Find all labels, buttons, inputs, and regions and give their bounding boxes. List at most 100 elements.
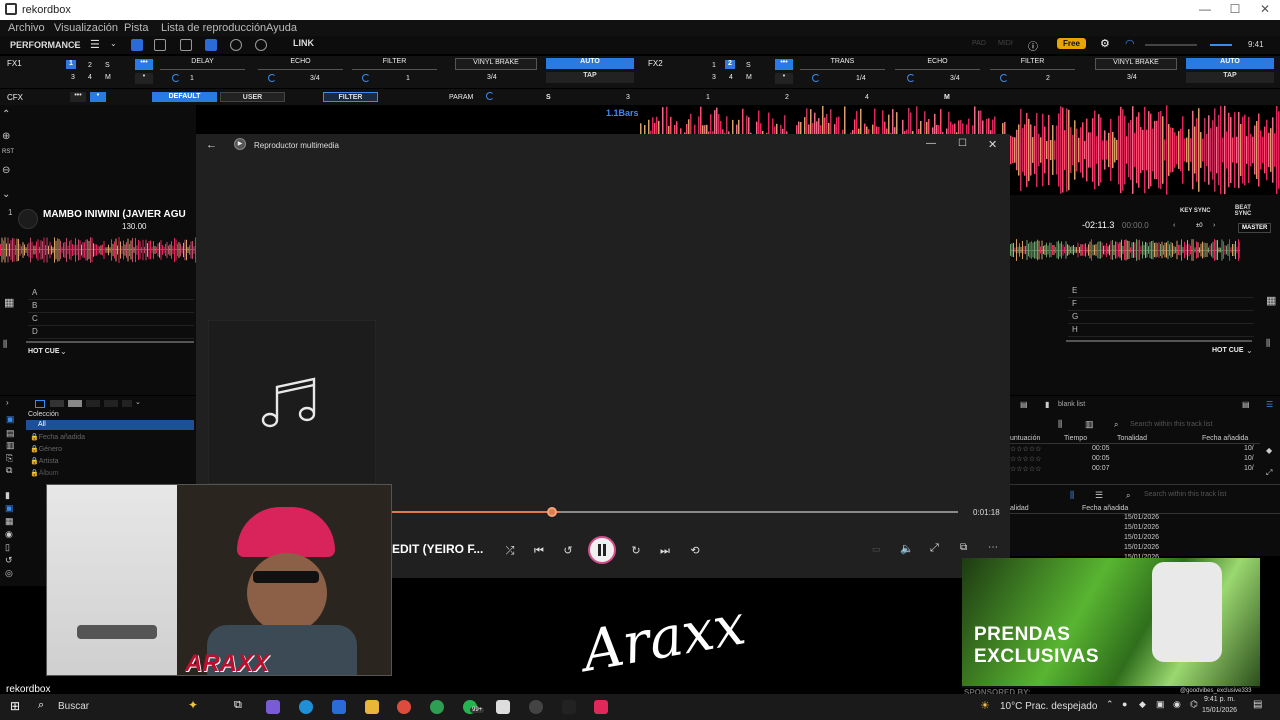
info-panel-icon[interactable]: ▥ [1085, 419, 1094, 430]
cfx-user-button[interactable]: USER [220, 92, 285, 102]
beat-sync-button[interactable]: BEAT SYNC [1234, 205, 1252, 217]
fx1-slot1-select[interactable]: DELAY [160, 58, 245, 70]
layout-browser-icon[interactable] [154, 39, 166, 51]
list-icon[interactable]: ☰ [1095, 490, 1103, 501]
pad-mode-icon[interactable]: ⫼ [1266, 338, 1270, 349]
hotcue-pad-a[interactable]: A [28, 288, 194, 300]
chevron-down-icon[interactable]: ⌄ [2, 189, 10, 200]
fx2-beat-m[interactable]: M [746, 74, 752, 81]
master-button[interactable]: MASTER [1238, 223, 1272, 233]
fx2-beat-s[interactable]: S [746, 62, 751, 69]
tree-fecha[interactable]: 🔒Fecha añadida [30, 433, 85, 441]
hotcue-pad-b[interactable]: B [28, 301, 194, 313]
layout-2deck-icon[interactable] [131, 39, 143, 51]
record-icon[interactable] [230, 39, 242, 51]
columns-icon[interactable]: ⫼ [1058, 419, 1062, 430]
menu-lista-reproduccion[interactable]: Lista de reproducción [161, 22, 266, 34]
chevron-right-icon[interactable]: › [6, 398, 9, 407]
taskbar-time[interactable]: 9:41 p. m. [1204, 696, 1235, 703]
fx2-auto-button[interactable]: AUTO [1186, 58, 1274, 69]
fx1-dot-button[interactable]: • [135, 73, 153, 84]
fx1-slot3-knob[interactable] [362, 74, 370, 82]
search-icon[interactable]: ⌕ [1114, 420, 1118, 430]
close-button[interactable]: ✕ [1250, 2, 1280, 18]
task-view-icon[interactable]: ⧉ [234, 699, 242, 712]
fx1-auto-button[interactable]: AUTO [546, 58, 634, 69]
headphones-icon[interactable]: ◠ [1125, 37, 1135, 50]
fx2-slot1-select[interactable]: TRANS [800, 58, 885, 70]
column-date-added[interactable]: Fecha añadida [1082, 505, 1128, 512]
fx2-tap-button[interactable]: TAP [1186, 72, 1274, 83]
tree-album[interactable]: 🔒Álbum [30, 469, 59, 477]
cfx-default-button[interactable]: DEFAULT [152, 92, 217, 102]
column-quality[interactable]: alidad [1010, 505, 1029, 512]
taskbar-date[interactable]: 15/01/2026 [1202, 707, 1237, 714]
collection-icon[interactable]: ▣ [6, 414, 15, 425]
minimize-button[interactable]: — [1190, 2, 1220, 18]
hotcue-pad-f[interactable]: F [1068, 299, 1254, 311]
fx1-beat-1[interactable]: 1 [66, 60, 76, 69]
chevron-left-icon[interactable]: ‹ [1173, 222, 1175, 229]
forward-30-icon[interactable]: ↻ [629, 544, 643, 558]
pause-button[interactable] [588, 536, 616, 564]
tree-artista[interactable]: 🔒Artista [30, 457, 59, 465]
pad-grid-icon[interactable]: ▦ [4, 296, 14, 309]
expand-icon[interactable]: ⤢ [1266, 468, 1272, 478]
hotcue-pad-d[interactable]: D [28, 327, 194, 339]
fx1-beat-s[interactable]: S [105, 62, 110, 69]
chevron-down-icon[interactable]: ⌄ [110, 39, 117, 48]
more-options-icon[interactable]: ⋯ [988, 542, 998, 553]
grid-icon[interactable] [180, 39, 192, 51]
tree-genero[interactable]: 🔒Género [30, 445, 62, 453]
zoom-in-icon[interactable]: ⊕ [2, 131, 10, 142]
playlist-icon[interactable]: ▤ [6, 428, 15, 439]
fx2-slot4-select[interactable]: VINYL BRAKE [1095, 58, 1177, 70]
fx2-beat-2[interactable]: 2 [725, 60, 735, 69]
cast-icon[interactable]: ⧉ [960, 542, 967, 553]
tray-app-icon[interactable]: ● [1122, 699, 1127, 709]
mixer-icon[interactable] [205, 39, 217, 51]
browser-tab[interactable] [104, 400, 118, 407]
explorer-icon[interactable]: ▥ [6, 440, 15, 451]
plan-badge[interactable]: Free [1057, 38, 1086, 49]
tray-chevron-icon[interactable]: ⌃ [1106, 699, 1114, 710]
fx1-slot1-knob[interactable] [172, 74, 180, 82]
hotcue-pad-g[interactable]: G [1068, 312, 1254, 324]
chevron-up-icon[interactable]: ⌃ [2, 109, 10, 120]
notification-icon[interactable]: ▤ [1253, 699, 1262, 710]
fx1-beat-4[interactable]: 4 [88, 74, 92, 81]
pad-mode-icon[interactable]: ⫼ [3, 339, 7, 350]
network-icon[interactable]: ⌬ [1190, 699, 1198, 710]
menu-ayuda[interactable]: Ayuda [266, 22, 297, 34]
master-volume-slider[interactable] [1210, 44, 1232, 46]
media-player-taskbar-icon[interactable] [529, 700, 543, 714]
cfx-filter-button[interactable]: FILTER [323, 92, 378, 102]
repeat-icon[interactable]: ⟲ [688, 544, 702, 558]
app-icon[interactable] [496, 700, 510, 714]
gear-icon[interactable]: ⚙ [1100, 37, 1110, 50]
tray-app-icon[interactable]: ◆ [1139, 699, 1146, 710]
key-sync-button[interactable]: KEY SYNC [1180, 208, 1211, 214]
fx2-beat-3[interactable]: 3 [712, 74, 716, 81]
rating-stars[interactable]: ☆☆☆☆☆ [1010, 445, 1041, 453]
pad-grid-icon[interactable]: ▦ [1266, 294, 1276, 307]
sampler-icon[interactable] [255, 39, 267, 51]
search-icon[interactable]: ⌕ [1126, 491, 1130, 501]
tree-collection[interactable]: Colección [28, 411, 59, 418]
settings-icon[interactable]: ▤ [1242, 400, 1250, 409]
browser-view-icon[interactable] [35, 400, 45, 408]
chevron-down-icon[interactable]: ⌄ [60, 347, 67, 356]
zoom-out-icon[interactable]: ⊖ [2, 165, 10, 176]
previous-track-icon[interactable]: ⏮ [532, 544, 546, 558]
hotcue-pad-h[interactable]: H [1068, 325, 1254, 337]
browser-tab[interactable] [50, 400, 64, 407]
player-maximize-button[interactable]: ☐ [958, 138, 967, 149]
mode-selector[interactable]: PERFORMANCE [10, 40, 81, 50]
fx2-slot3-select[interactable]: FILTER [990, 58, 1075, 70]
tiktok-icon[interactable] [594, 700, 608, 714]
chevron-down-icon[interactable]: ⌄ [72, 39, 79, 48]
headphone-volume-slider[interactable] [1145, 44, 1197, 46]
tray-app-icon[interactable]: ◉ [1173, 699, 1181, 710]
fullscreen-icon[interactable]: ⤢ [930, 542, 939, 555]
windows-start-icon[interactable]: ⊞ [10, 699, 20, 713]
